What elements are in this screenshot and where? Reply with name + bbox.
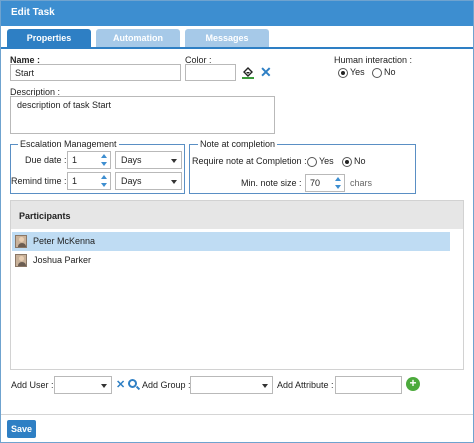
note-legend: Note at completion: [198, 139, 278, 149]
note-group: Note at completion: [189, 139, 416, 194]
min-note-size-spinner[interactable]: 70: [305, 174, 345, 192]
participants-header: Participants: [11, 201, 463, 229]
remind-time-spinner[interactable]: 1: [67, 172, 111, 190]
due-date-spinner[interactable]: 1: [67, 151, 111, 169]
due-date-unit-value: Days: [121, 155, 142, 165]
require-yes-option[interactable]: Yes: [307, 156, 334, 167]
due-date-unit-select[interactable]: Days: [115, 151, 182, 169]
spinner-arrows-icon[interactable]: [100, 174, 109, 188]
min-note-size-label: Min. note size :: [241, 178, 302, 188]
add-attribute-label: Add Attribute :: [277, 380, 334, 390]
human-yes-label: Yes: [350, 67, 365, 77]
human-no-label: No: [384, 67, 396, 77]
add-group-select[interactable]: [190, 376, 273, 394]
spinner-arrows-icon[interactable]: [334, 176, 343, 190]
add-user-select[interactable]: [54, 376, 112, 394]
add-user-label: Add User :: [11, 380, 54, 390]
description-textarea[interactable]: description of task Start: [10, 96, 275, 134]
edit-task-dialog: Edit Task Properties Automation Messages…: [0, 0, 474, 443]
min-note-size-unit: chars: [350, 178, 373, 188]
color-input[interactable]: [185, 64, 236, 81]
chevron-down-icon: [262, 384, 268, 388]
require-yes-radio[interactable]: [307, 156, 317, 167]
paint-bucket-icon[interactable]: [241, 65, 255, 79]
add-icon[interactable]: +: [406, 377, 420, 391]
clear-color-icon[interactable]: ✕: [260, 65, 272, 79]
tab-messages[interactable]: Messages: [185, 29, 269, 48]
tab-properties[interactable]: Properties: [7, 29, 91, 48]
remind-time-label: Remind time :: [11, 176, 67, 186]
search-icon[interactable]: [128, 379, 137, 388]
participants-scrollbar[interactable]: [451, 229, 463, 369]
participant-row[interactable]: Peter McKenna: [12, 232, 450, 251]
tab-automation[interactable]: Automation: [96, 29, 180, 48]
chevron-down-icon: [171, 159, 177, 163]
require-yes-label: Yes: [319, 156, 334, 166]
require-no-label: No: [354, 156, 366, 166]
name-input[interactable]: Start: [10, 64, 181, 81]
human-no-option[interactable]: No: [372, 67, 396, 78]
require-note-label: Require note at Completion :: [192, 156, 307, 166]
tab-underline: [1, 47, 473, 49]
participants-panel: Participants Peter McKenna Joshua Parker: [10, 200, 464, 370]
participant-name: Joshua Parker: [33, 255, 92, 265]
remind-time-unit-value: Days: [121, 176, 142, 186]
human-yes-radio[interactable]: [338, 67, 348, 78]
chevron-down-icon: [101, 384, 107, 388]
clear-user-icon[interactable]: ✕: [116, 378, 125, 392]
add-attribute-input[interactable]: [335, 376, 402, 394]
avatar-icon: [15, 254, 27, 267]
dialog-title: Edit Task: [1, 1, 473, 26]
require-no-radio[interactable]: [342, 156, 352, 167]
footer-divider: [1, 414, 473, 415]
require-no-option[interactable]: No: [342, 156, 366, 167]
remind-time-unit-select[interactable]: Days: [115, 172, 182, 190]
avatar-icon: [15, 235, 27, 248]
chevron-down-icon: [171, 180, 177, 184]
human-interaction-label: Human interaction :: [334, 55, 413, 65]
participant-row[interactable]: Joshua Parker: [12, 251, 450, 270]
due-date-label: Due date :: [25, 155, 67, 165]
save-button[interactable]: Save: [7, 420, 36, 438]
human-yes-option[interactable]: Yes: [338, 67, 365, 78]
add-group-label: Add Group :: [142, 380, 191, 390]
min-note-size-value: 70: [310, 178, 321, 188]
escalation-legend: Escalation Management: [18, 139, 119, 149]
human-no-radio[interactable]: [372, 67, 382, 78]
remind-time-value: 1: [72, 176, 78, 186]
spinner-arrows-icon[interactable]: [100, 153, 109, 167]
due-date-value: 1: [72, 155, 78, 165]
participant-name: Peter McKenna: [33, 236, 96, 246]
